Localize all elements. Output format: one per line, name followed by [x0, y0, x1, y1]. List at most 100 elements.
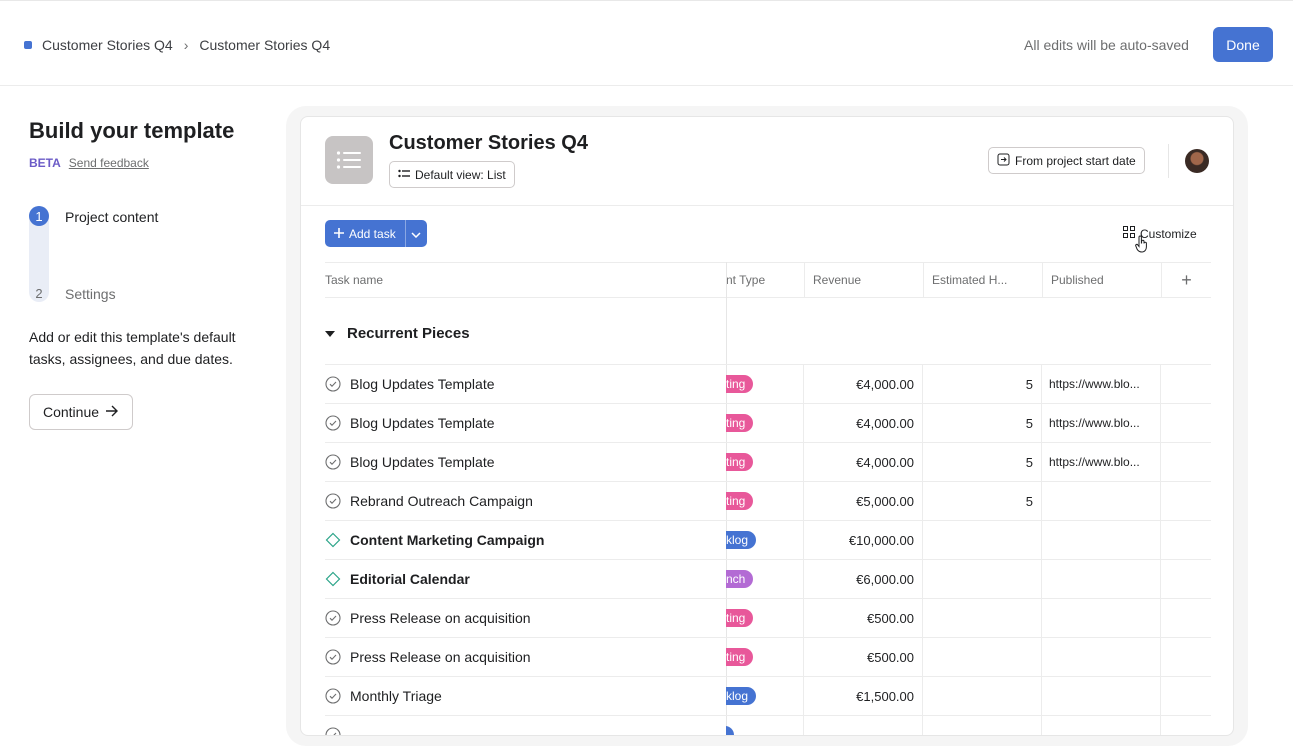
chevron-down-icon [411, 225, 421, 243]
breadcrumb: Customer Stories Q4 › Customer Stories Q… [24, 37, 330, 53]
task-name-cell[interactable]: Content Marketing Campaign [325, 521, 725, 559]
task-name: Editorial Calendar [350, 571, 470, 587]
check-circle-icon[interactable] [325, 610, 341, 626]
task-name-cell[interactable]: Rebrand Outreach Campaign [325, 482, 725, 520]
task-name-cell[interactable]: Press Release on acquisition [325, 638, 725, 676]
content-type-cell[interactable]: ting [726, 404, 804, 442]
estimated-hours-cell[interactable] [923, 677, 1042, 715]
table-row[interactable]: Blog Updates Template ting €4,000.00 5 https… [325, 364, 1211, 403]
column-published[interactable]: Published [1042, 263, 1161, 297]
check-circle-icon[interactable] [325, 415, 341, 431]
revenue-cell[interactable]: €500.00 [804, 638, 923, 676]
content-type-cell[interactable] [726, 716, 804, 735]
section-header[interactable]: Recurrent Pieces [325, 325, 470, 342]
estimated-hours-cell[interactable] [923, 638, 1042, 676]
estimated-hours-cell[interactable] [923, 599, 1042, 637]
chevron-right-icon: › [183, 37, 189, 53]
task-name-cell[interactable]: Monthly Triage [325, 677, 725, 715]
check-circle-icon[interactable] [325, 688, 341, 704]
published-cell[interactable]: https://www.blo... [1042, 443, 1161, 481]
published-cell[interactable] [1042, 521, 1161, 559]
task-name-cell[interactable]: Blog Updates Template [325, 404, 725, 442]
avatar[interactable] [1185, 149, 1209, 173]
revenue-cell[interactable]: €6,000.00 [804, 560, 923, 598]
table-row[interactable]: Monthly Triage klog €1,500.00 [325, 676, 1211, 715]
step-project-content[interactable]: Project content [65, 209, 158, 225]
task-name-cell[interactable]: Editorial Calendar [325, 560, 725, 598]
breadcrumb-parent[interactable]: Customer Stories Q4 [42, 37, 173, 53]
content-type-cell[interactable]: ting [726, 482, 804, 520]
content-type-cell[interactable]: klog [726, 521, 804, 559]
estimated-hours-cell[interactable] [923, 716, 1042, 735]
content-type-cell[interactable]: nch [726, 560, 804, 598]
task-name-cell[interactable]: Blog Updates Template [325, 365, 725, 403]
task-name-cell[interactable]: Press Release on acquisition [325, 599, 725, 637]
published-cell[interactable] [1042, 599, 1161, 637]
table-row[interactable]: Editorial Calendar nch €6,000.00 [325, 559, 1211, 598]
add-task-button[interactable]: Add task [325, 220, 405, 247]
column-estimated-hours[interactable]: Estimated H... [923, 263, 1042, 297]
revenue-cell[interactable]: €10,000.00 [804, 521, 923, 559]
check-circle-icon[interactable] [325, 454, 341, 470]
table-row[interactable]: Blog Updates Template ting €4,000.00 5 https… [325, 403, 1211, 442]
default-view-button[interactable]: Default view: List [389, 161, 515, 188]
customize-grid-icon [1123, 226, 1135, 241]
revenue-cell[interactable]: €4,000.00 [804, 365, 923, 403]
task-name-cell[interactable] [325, 716, 725, 735]
content-type-cell[interactable]: ting [726, 365, 804, 403]
table-row[interactable]: Blog Updates Template ting €4,000.00 5 https… [325, 442, 1211, 481]
send-feedback-link[interactable]: Send feedback [69, 156, 149, 170]
estimated-hours-cell[interactable]: 5 [923, 404, 1042, 442]
column-task-name[interactable]: Task name [325, 263, 726, 297]
done-button[interactable]: Done [1213, 27, 1273, 62]
project-title[interactable]: Customer Stories Q4 [389, 132, 588, 155]
table-row[interactable] [325, 715, 1211, 735]
table-row[interactable]: Rebrand Outreach Campaign ting €5,000.00 5 [325, 481, 1211, 520]
add-column-button[interactable]: + [1161, 263, 1211, 297]
revenue-cell[interactable]: €4,000.00 [804, 443, 923, 481]
content-type-cell[interactable]: ting [726, 599, 804, 637]
step-description: Add or edit this template's default task… [29, 329, 236, 367]
step-settings[interactable]: Settings [65, 286, 116, 302]
estimated-hours-cell[interactable] [923, 521, 1042, 559]
column-content-type[interactable]: nt Type [726, 263, 804, 297]
start-date-button[interactable]: From project start date [988, 147, 1145, 174]
published-cell[interactable] [1042, 677, 1161, 715]
published-cell[interactable]: https://www.blo... [1042, 404, 1161, 442]
milestone-icon[interactable] [325, 571, 341, 587]
check-circle-icon[interactable] [325, 376, 341, 392]
table-row[interactable]: Press Release on acquisition ting €500.00 [325, 598, 1211, 637]
revenue-cell[interactable]: €4,000.00 [804, 404, 923, 442]
published-cell[interactable] [1042, 560, 1161, 598]
published-cell[interactable]: https://www.blo... [1042, 365, 1161, 403]
task-name-cell[interactable]: Blog Updates Template [325, 443, 725, 481]
column-revenue[interactable]: Revenue [804, 263, 923, 297]
estimated-hours-cell[interactable]: 5 [923, 365, 1042, 403]
content-type-cell[interactable]: ting [726, 638, 804, 676]
content-type-cell[interactable]: ting [726, 443, 804, 481]
published-cell[interactable] [1042, 716, 1161, 735]
check-circle-icon[interactable] [325, 727, 341, 735]
published-cell[interactable] [1042, 638, 1161, 676]
content-type-pill: ting [726, 492, 754, 510]
check-circle-icon[interactable] [325, 649, 341, 665]
autosave-status: All edits will be auto-saved [1024, 37, 1189, 53]
table-row[interactable]: Press Release on acquisition ting €500.00 [325, 637, 1211, 676]
check-circle-icon[interactable] [325, 493, 341, 509]
published-cell[interactable] [1042, 482, 1161, 520]
estimated-hours-cell[interactable] [923, 560, 1042, 598]
revenue-cell[interactable]: €5,000.00 [804, 482, 923, 520]
table-row[interactable]: Content Marketing Campaign klog €10,000.00 [325, 520, 1211, 559]
revenue-cell[interactable] [804, 716, 923, 735]
content-type-cell[interactable]: klog [726, 677, 804, 715]
revenue-cell[interactable]: €500.00 [804, 599, 923, 637]
revenue-cell[interactable]: €1,500.00 [804, 677, 923, 715]
add-task-label: Add task [349, 226, 396, 241]
estimated-hours-cell[interactable]: 5 [923, 443, 1042, 481]
add-task-dropdown[interactable] [404, 220, 427, 247]
continue-button[interactable]: Continue [29, 394, 133, 430]
milestone-icon[interactable] [325, 532, 341, 548]
estimated-hours-cell[interactable]: 5 [923, 482, 1042, 520]
section-title: Recurrent Pieces [347, 325, 470, 342]
step-2-number: 2 [35, 285, 43, 301]
